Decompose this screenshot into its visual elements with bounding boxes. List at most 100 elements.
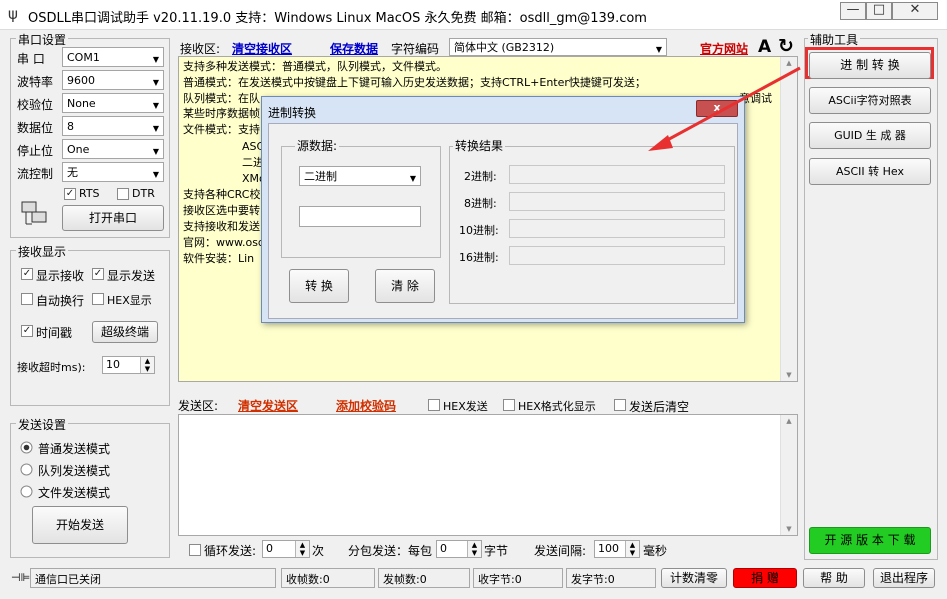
spin-arrows-icon[interactable]: ▲ ▼ — [625, 541, 639, 557]
chevron-down-icon: ▼ — [409, 174, 416, 183]
window-title: OSDLL串口调试助手 v20.11.19.0 支持：Windows Linux… — [28, 11, 647, 26]
recv-line: 官网：www.osd — [183, 236, 265, 249]
font-size-icon[interactable]: A — [758, 37, 771, 57]
spin-arrows-icon[interactable]: ▲ ▼ — [467, 541, 481, 557]
help-button[interactable]: 帮 助 — [803, 568, 865, 588]
close-button[interactable]: ✕ — [892, 2, 938, 20]
clear-recv-link[interactable]: 清空接收区 — [232, 40, 292, 57]
save-data-link[interactable]: 保存数据 — [330, 40, 378, 57]
flow-label: 流控制 — [17, 167, 54, 181]
hex-label: 16进制: — [459, 251, 499, 264]
dtr-checkbox[interactable] — [117, 188, 129, 200]
source-title: 源数据: — [295, 137, 340, 154]
refresh-icon[interactable]: ↻ — [778, 35, 794, 57]
serial-port-icon — [21, 201, 47, 225]
databits-select[interactable]: 8 ▼ — [62, 116, 164, 136]
source-input[interactable] — [299, 206, 421, 227]
scroll-down-icon[interactable]: ▼ — [781, 525, 797, 533]
rts-label: RTS — [79, 187, 100, 200]
packet-label: 分包发送：每包 — [348, 544, 433, 558]
dialog-clear-button[interactable]: 清 除 — [375, 269, 435, 303]
exit-button[interactable]: 退出程序 — [873, 568, 935, 588]
show-recv-checkbox[interactable]: ✓ — [21, 268, 33, 280]
opensource-download-button[interactable]: 开 源 版 本 下 载 — [809, 527, 931, 554]
chevron-down-icon: ▼ — [152, 170, 159, 179]
port-select[interactable]: COM1 ▼ — [62, 47, 164, 67]
auto-wrap-checkbox[interactable] — [21, 293, 33, 305]
start-send-button[interactable]: 开始发送 — [32, 506, 128, 544]
hex-show-label: HEX显示 — [107, 294, 152, 307]
bin-output[interactable] — [509, 165, 725, 184]
scroll-down-icon[interactable]: ▼ — [781, 371, 797, 379]
mode-normal-label: 普通发送模式 — [38, 442, 111, 456]
scroll-up-icon[interactable]: ▲ — [781, 417, 797, 425]
send-frames: 发帧数:0 — [378, 568, 470, 588]
hex-format-label: HEX格式化显示 — [518, 400, 596, 413]
recv-line: 支持多种发送模式：普通模式，队列模式，文件模式。 — [183, 60, 447, 73]
chevron-down-icon: ▼ — [152, 147, 159, 156]
ascii-table-button[interactable]: ASCii字符对照表 — [809, 87, 931, 114]
open-port-button[interactable]: 打开串口 — [62, 205, 164, 231]
rts-checkbox[interactable]: ✓ — [64, 188, 76, 200]
reset-count-button[interactable]: 计数清零 — [661, 568, 727, 588]
timeout-value: 10 — [106, 358, 120, 371]
show-send-checkbox[interactable]: ✓ — [92, 268, 104, 280]
ascii-hex-button[interactable]: ASCII 转 Hex — [809, 158, 931, 185]
clear-send-link[interactable]: 清空发送区 — [238, 397, 298, 414]
recv-line: 软件安装：Lin — [183, 252, 255, 265]
send-textarea[interactable]: ▲ ▼ — [178, 414, 798, 536]
radio-queue[interactable] — [20, 463, 33, 476]
base-convert-button[interactable]: 进 制 转 换 — [809, 52, 931, 79]
baud-label: 波特率 — [17, 75, 54, 89]
hex-output[interactable] — [509, 246, 725, 265]
parity-select[interactable]: None ▼ — [62, 93, 164, 113]
interval-unit: 毫秒 — [643, 544, 668, 558]
dialog-close-button[interactable]: x — [696, 100, 738, 117]
scroll-up-icon[interactable]: ▲ — [781, 59, 797, 67]
spin-arrows-icon[interactable]: ▲ ▼ — [295, 541, 309, 557]
send-bytes: 发字节:0 — [566, 568, 656, 588]
convert-button[interactable]: 转 换 — [289, 269, 349, 303]
encoding-select[interactable]: 简体中文 (GB2312) ▼ — [449, 38, 667, 56]
super-terminal-button[interactable]: 超级终端 — [92, 321, 158, 343]
loop-unit: 次 — [312, 544, 325, 558]
mode-file-label: 文件发送模式 — [38, 486, 111, 500]
loop-send-checkbox[interactable] — [189, 544, 201, 556]
encoding-label: 字符编码 — [391, 42, 440, 56]
recv-line: 接收区选中要转 — [183, 204, 260, 217]
dec-output[interactable] — [509, 219, 725, 238]
chevron-down-icon: ▼ — [152, 78, 159, 87]
official-site-link[interactable]: 官方网站 — [700, 40, 748, 57]
recv-scrollbar[interactable]: ▲ ▼ — [780, 57, 797, 381]
loop-count-value: 0 — [266, 542, 273, 555]
loop-count-spinner[interactable]: 0 ▲ ▼ — [262, 540, 310, 558]
hex-send-checkbox[interactable] — [428, 399, 440, 411]
minimize-button[interactable]: — — [840, 2, 866, 20]
maximize-button[interactable]: □ — [866, 2, 892, 20]
base-convert-dialog: 进制转换 x 源数据: 二进制 ▼ 转 换 清 除 转换结果 2进制: 8进制: … — [261, 96, 745, 323]
stopbits-select[interactable]: One ▼ — [62, 139, 164, 159]
packet-size-spinner[interactable]: 0 ▲ ▼ — [436, 540, 482, 558]
oct-label: 8进制: — [464, 197, 497, 210]
clear-after-checkbox[interactable] — [614, 399, 626, 411]
send-scrollbar[interactable]: ▲ ▼ — [780, 415, 797, 535]
guid-button[interactable]: GUID 生 成 器 — [809, 122, 931, 149]
flow-select[interactable]: 无 ▼ — [62, 162, 164, 182]
donate-button[interactable]: 捐 赠 — [733, 568, 797, 588]
hex-format-checkbox[interactable] — [503, 399, 515, 411]
hex-show-checkbox[interactable] — [92, 293, 104, 305]
timestamp-checkbox[interactable]: ✓ — [21, 325, 33, 337]
radio-file[interactable] — [20, 485, 33, 498]
radio-normal[interactable] — [20, 441, 33, 454]
chevron-down-icon: ▼ — [655, 45, 662, 54]
interval-spinner[interactable]: 100 ▲ ▼ — [594, 540, 640, 558]
mode-queue-label: 队列发送模式 — [38, 464, 111, 478]
timestamp-label: 时间戳 — [36, 326, 73, 340]
oct-output[interactable] — [509, 192, 725, 211]
timeout-spinner[interactable]: 10 ▲ ▼ — [102, 356, 155, 374]
source-base-select[interactable]: 二进制 ▼ — [299, 166, 421, 186]
baud-select[interactable]: 9600 ▼ — [62, 70, 164, 90]
spin-arrows-icon[interactable]: ▲ ▼ — [140, 357, 154, 373]
timeout-label: 接收超时ms): — [17, 361, 86, 374]
add-checksum-link[interactable]: 添加校验码 — [336, 397, 396, 414]
